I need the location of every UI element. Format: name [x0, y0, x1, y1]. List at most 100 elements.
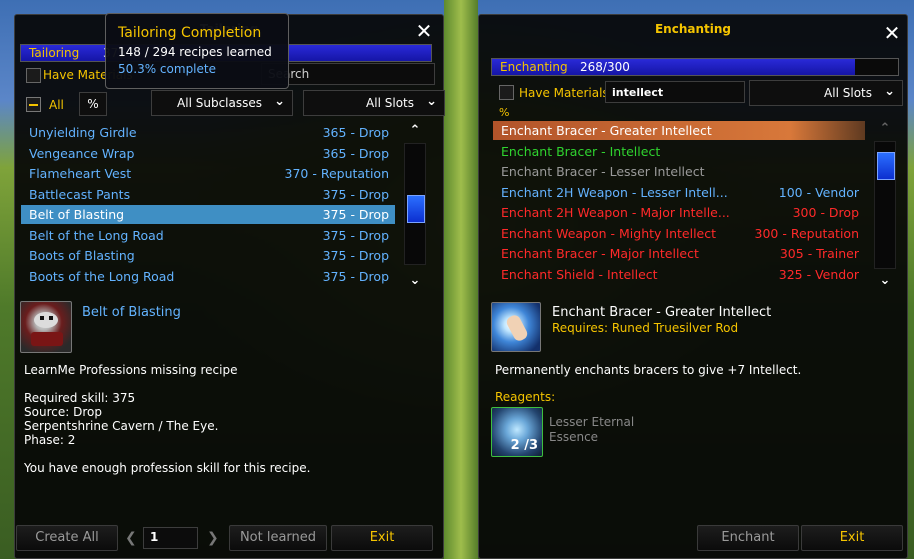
recipe-source: 375 - Drop	[322, 227, 389, 243]
recipe-description: Permanently enchants bracers to give +7 …	[495, 363, 802, 377]
exit-button[interactable]: Exit	[331, 525, 433, 551]
have-materials-checkbox[interactable]	[499, 85, 514, 100]
quantity-value: 1	[150, 530, 159, 544]
have-materials-label: Have Materials	[519, 86, 609, 100]
recipe-name: Enchant Shield - Intellect	[501, 266, 658, 282]
scroll-track[interactable]	[874, 141, 896, 269]
scroll-thumb[interactable]	[407, 195, 425, 223]
recipe-name: Boots of the Long Road	[29, 268, 175, 284]
recipe-source: 300 - Reputation	[754, 225, 860, 241]
recipe-name: Vengeance Wrap	[29, 145, 135, 161]
recipe-source: 375 - Drop	[322, 268, 389, 284]
recipe-source: 305 - Trainer	[779, 246, 859, 261]
recipe-name: Enchant Bracer - Greater Intellect	[552, 305, 772, 320]
percent-label: %	[87, 97, 99, 111]
recipe-row[interactable]: Vengeance Wrap 365 - Drop	[21, 144, 395, 163]
skill-value: 268/300	[580, 60, 630, 74]
recipe-requires: Requires: Runed Truesilver Rod	[552, 321, 739, 335]
collapse-all-toggle[interactable]	[26, 97, 41, 112]
increment-icon[interactable]: ❯	[207, 530, 219, 546]
recipe-row[interactable]: Belt of Blasting 375 - Drop	[21, 205, 395, 224]
scroll-up-icon[interactable]: ⌃	[404, 123, 426, 138]
decrement-icon[interactable]: ❮	[125, 530, 137, 546]
tooltip-recipes-learned: 148 / 294 recipes learned	[118, 45, 272, 59]
enchanting-window: Enchanting ✕ Enchanting 268/300 Have Mat…	[478, 14, 908, 559]
reagent-name-line2: Essence	[549, 430, 599, 444]
subclass-dropdown[interactable]: All Subclasses ⌄	[151, 90, 293, 116]
close-button[interactable]: ✕	[413, 21, 435, 43]
belt-icon	[20, 301, 72, 353]
skill-bar: Enchanting 268/300	[491, 58, 899, 76]
tooltip-title: Tailoring Completion	[118, 25, 262, 41]
recipe-row[interactable]: Enchant Bracer - Intellect	[493, 142, 865, 161]
recipe-row[interactable]: Enchant 2H Weapon - Lesser Intell... 100 …	[493, 183, 865, 202]
recipe-row[interactable]: Enchant Bracer - Major Intellect 305 - Tr…	[493, 244, 865, 263]
skill-note: You have enough profession skill for thi…	[24, 461, 311, 475]
essence-icon[interactable]: 2 /3	[491, 407, 543, 457]
close-button[interactable]: ✕	[881, 23, 903, 45]
recipe-row[interactable]: Unyielding Girdle 365 - Drop	[21, 123, 395, 142]
slots-dropdown[interactable]: All Slots ⌄	[749, 80, 903, 106]
recipe-name: Enchant Bracer - Major Intellect	[501, 246, 699, 261]
recipe-row[interactable]: Enchant Bracer - Greater Intellect	[493, 121, 865, 140]
reagents-label: Reagents:	[495, 390, 556, 404]
recipe-name: Enchant Bracer - Greater Intellect	[501, 123, 712, 138]
recipe-name[interactable]: Belt of Blasting	[82, 305, 181, 320]
recipe-name: Boots of Blasting	[29, 248, 135, 263]
recipe-name: Enchant Bracer - Lesser Intellect	[501, 164, 705, 179]
not-learned-button[interactable]: Not learned	[229, 525, 327, 551]
recipe-source: 300 - Drop	[792, 205, 859, 220]
percent-label: %	[499, 106, 510, 119]
recipe-source: 370 - Reputation	[284, 166, 390, 181]
window-title: Enchanting	[654, 22, 732, 36]
recipe-row[interactable]: Enchant Weapon - Mighty Intellect 300 - R…	[493, 224, 865, 243]
slots-dropdown-value: All Slots	[824, 86, 872, 100]
source-line: Source: Drop	[24, 405, 102, 419]
recipe-list: Enchant Bracer - Greater Intellect Enchan…	[493, 121, 865, 291]
minus-icon	[29, 104, 38, 106]
recipe-scrollbar[interactable]: ⌃ ⌄	[404, 123, 426, 293]
percent-button[interactable]: %	[499, 104, 517, 122]
background-pillar	[444, 0, 478, 559]
have-materials-checkbox[interactable]	[26, 68, 41, 83]
recipe-row[interactable]: Enchant 2H Weapon - Major Intelle... 300 …	[493, 203, 865, 222]
recipe-row[interactable]: Boots of the Long Road 375 - Drop	[21, 267, 395, 286]
recipe-row[interactable]: Flameheart Vest 370 - Reputation	[21, 164, 395, 183]
subclass-dropdown-value: All Subclasses	[177, 96, 262, 110]
all-label: All	[49, 98, 64, 112]
recipe-name: Belt of Blasting	[29, 207, 125, 222]
recipe-row[interactable]: Belt of the Long Road 375 - Drop	[21, 226, 395, 245]
search-value: intellect	[612, 86, 664, 99]
recipe-scrollbar[interactable]: ⌃ ⌄	[874, 121, 896, 291]
recipe-name: Belt of the Long Road	[29, 227, 164, 243]
scroll-down-icon[interactable]: ⌄	[874, 273, 896, 288]
slots-dropdown[interactable]: All Slots ⌄	[303, 90, 445, 116]
quantity-input[interactable]: 1	[143, 527, 198, 549]
enchant-button[interactable]: Enchant	[697, 525, 799, 551]
search-input[interactable]: intellect	[605, 81, 745, 103]
slots-dropdown-value: All Slots	[366, 96, 414, 110]
recipe-name: Battlecast Pants	[29, 186, 131, 202]
scroll-track[interactable]	[404, 143, 426, 265]
recipe-row[interactable]: Battlecast Pants 375 - Drop	[21, 185, 395, 204]
scroll-thumb[interactable]	[877, 152, 895, 180]
create-all-button[interactable]: Create All	[16, 525, 118, 551]
phase-line: Phase: 2	[24, 433, 76, 447]
scroll-down-icon[interactable]: ⌄	[404, 273, 426, 288]
recipe-row[interactable]: Boots of Blasting 375 - Drop	[21, 246, 395, 265]
required-skill: Required skill: 375	[24, 391, 136, 405]
recipe-name: Enchant Bracer - Intellect	[501, 143, 661, 159]
recipe-source: 100 - Vendor	[778, 184, 859, 200]
exit-button[interactable]: Exit	[801, 525, 903, 551]
chevron-down-icon: ⌄	[884, 84, 895, 99]
recipe-row[interactable]: Enchant Bracer - Lesser Intellect	[493, 162, 865, 181]
recipe-source: 375 - Drop	[322, 248, 389, 263]
recipe-row[interactable]: Enchant Shield - Intellect 325 - Vendor	[493, 265, 865, 284]
percent-button[interactable]: %	[79, 92, 107, 116]
recipe-source: 375 - Drop	[322, 207, 389, 222]
recipe-source: 365 - Drop	[322, 125, 389, 140]
recipe-name: Flameheart Vest	[29, 166, 132, 181]
completion-tooltip: Tailoring Completion 148 / 294 recipes l…	[105, 13, 289, 89]
scroll-up-icon[interactable]: ⌃	[874, 121, 896, 136]
recipe-name: Unyielding Girdle	[29, 125, 137, 140]
